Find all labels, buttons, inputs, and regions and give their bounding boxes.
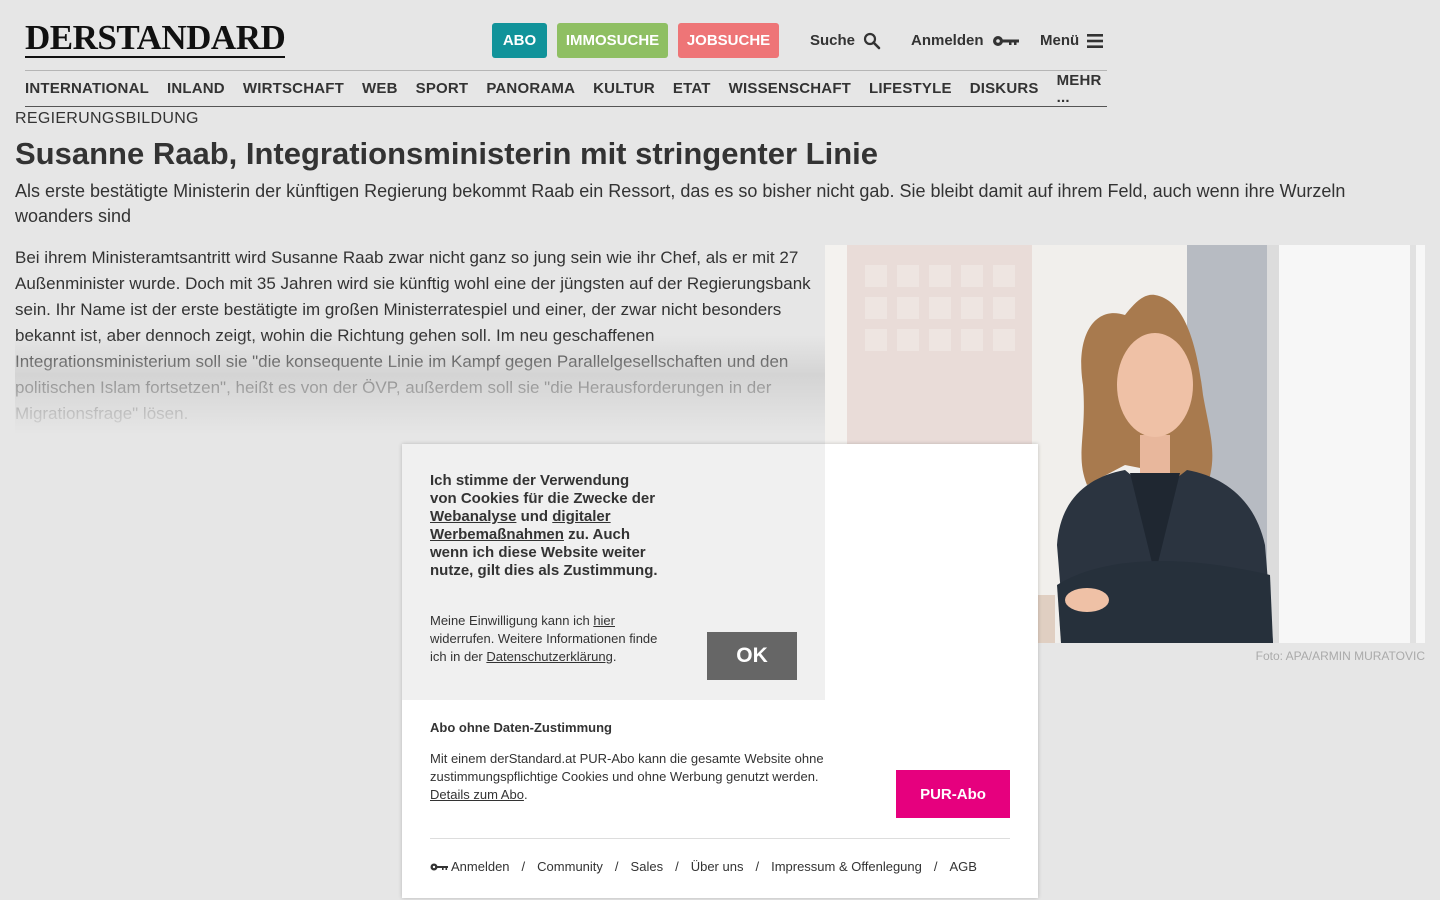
site-header: DERSTANDARD ABO IMMOSUCHE JOBSUCHE Suche… [25, 0, 1107, 70]
ok-button[interactable]: OK [707, 632, 797, 680]
nav-item-lifestyle[interactable]: LIFESTYLE [869, 80, 952, 97]
footer-separator: / [675, 859, 679, 874]
jobsuche-button[interactable]: JOBSUCHE [678, 23, 779, 58]
abo-text: Mit einem derStandard.at PUR-Abo kann di… [430, 750, 850, 804]
footer-separator: / [521, 859, 526, 874]
nav-item-diskurs[interactable]: DISKURS [970, 80, 1039, 97]
consent-text: Ich stimme der Verwendung von Cookies fü… [430, 472, 660, 580]
nav-item-inland[interactable]: INLAND [167, 80, 225, 97]
search-icon [863, 32, 881, 49]
nav-item-mehr[interactable]: MEHR ... [1057, 72, 1102, 106]
login-label: Anmelden [911, 32, 984, 49]
footer-link-sales[interactable]: Sales [631, 859, 664, 874]
article-kicker: REGIERUNGSBILDUNG [15, 110, 199, 127]
footer-link-ueber-uns[interactable]: Über uns [691, 859, 744, 874]
footer-link-agb[interactable]: AGB [950, 859, 977, 874]
main-nav: INTERNATIONAL INLAND WIRTSCHAFT WEB SPOR… [25, 70, 1107, 107]
revoke-text-part: . [612, 649, 617, 664]
nav-item-wirtschaft[interactable]: WIRTSCHAFT [243, 80, 344, 97]
hamburger-icon [1087, 33, 1104, 48]
photo-credit: Foto: APA/ARMIN MURATOVIC [1255, 649, 1425, 663]
login-button[interactable]: Anmelden [911, 23, 1020, 58]
footer-divider [430, 838, 1010, 839]
abo-details-link[interactable]: Details zum Abo [430, 787, 524, 802]
nav-item-etat[interactable]: ETAT [673, 80, 711, 97]
nav-item-sport[interactable]: SPORT [416, 80, 469, 97]
abo-title: Abo ohne Daten-Zustimmung [430, 720, 612, 735]
footer-separator: / [755, 859, 760, 874]
search-label: Suche [810, 32, 856, 49]
webanalyse-link[interactable]: Webanalyse [430, 508, 516, 525]
revoke-text-part: Meine Einwilligung kann ich [430, 613, 594, 628]
footer-separator: / [933, 859, 938, 874]
article-headline: Susanne Raab, Integrationsministerin mit… [15, 136, 878, 171]
nav-item-web[interactable]: WEB [362, 80, 398, 97]
key-icon [430, 863, 448, 870]
footer-separator: / [614, 859, 619, 874]
dialog-footer: Anmelden / Community / Sales / Über uns … [430, 859, 977, 874]
footer-link-community[interactable]: Community [537, 859, 603, 874]
nav-item-international[interactable]: INTERNATIONAL [25, 80, 149, 97]
revoke-text: Meine Einwilligung kann ich hier widerru… [430, 612, 660, 666]
menu-label: Menü [1040, 32, 1080, 49]
consent-text-part: und [516, 508, 553, 525]
menu-button[interactable]: Menü [1040, 23, 1104, 58]
immosuche-button[interactable]: IMMOSUCHE [557, 23, 668, 58]
abo-button[interactable]: ABO [492, 23, 547, 58]
nav-item-panorama[interactable]: PANORAMA [486, 80, 575, 97]
consent-text-part: Ich stimme der Verwendung von Cookies fü… [430, 472, 656, 507]
article-lead: Als erste bestätigte Ministerin der künf… [15, 181, 1346, 226]
paywall-fade [15, 335, 825, 435]
nav-item-kultur[interactable]: KULTUR [593, 80, 655, 97]
nav-item-wissenschaft[interactable]: WISSENSCHAFT [729, 80, 851, 97]
abo-dot: . [523, 787, 528, 802]
pur-abo-button[interactable]: PUR-Abo [896, 770, 1010, 818]
consent-panel: Ich stimme der Verwendung von Cookies fü… [402, 444, 825, 700]
abo-description: Mit einem derStandard.at PUR-Abo kann di… [430, 751, 824, 784]
key-icon [992, 35, 1019, 46]
footer-link-anmelden[interactable]: Anmelden [451, 859, 510, 874]
cookie-dialog: Ich stimme der Verwendung von Cookies fü… [402, 444, 1038, 898]
footer-link-impressum[interactable]: Impressum & Offenlegung [771, 859, 922, 874]
site-logo[interactable]: DERSTANDARD [25, 18, 286, 58]
revoke-link[interactable]: hier [593, 613, 615, 628]
search-button[interactable]: Suche [810, 23, 881, 58]
privacy-link[interactable]: Datenschutzerklärung [486, 649, 612, 664]
